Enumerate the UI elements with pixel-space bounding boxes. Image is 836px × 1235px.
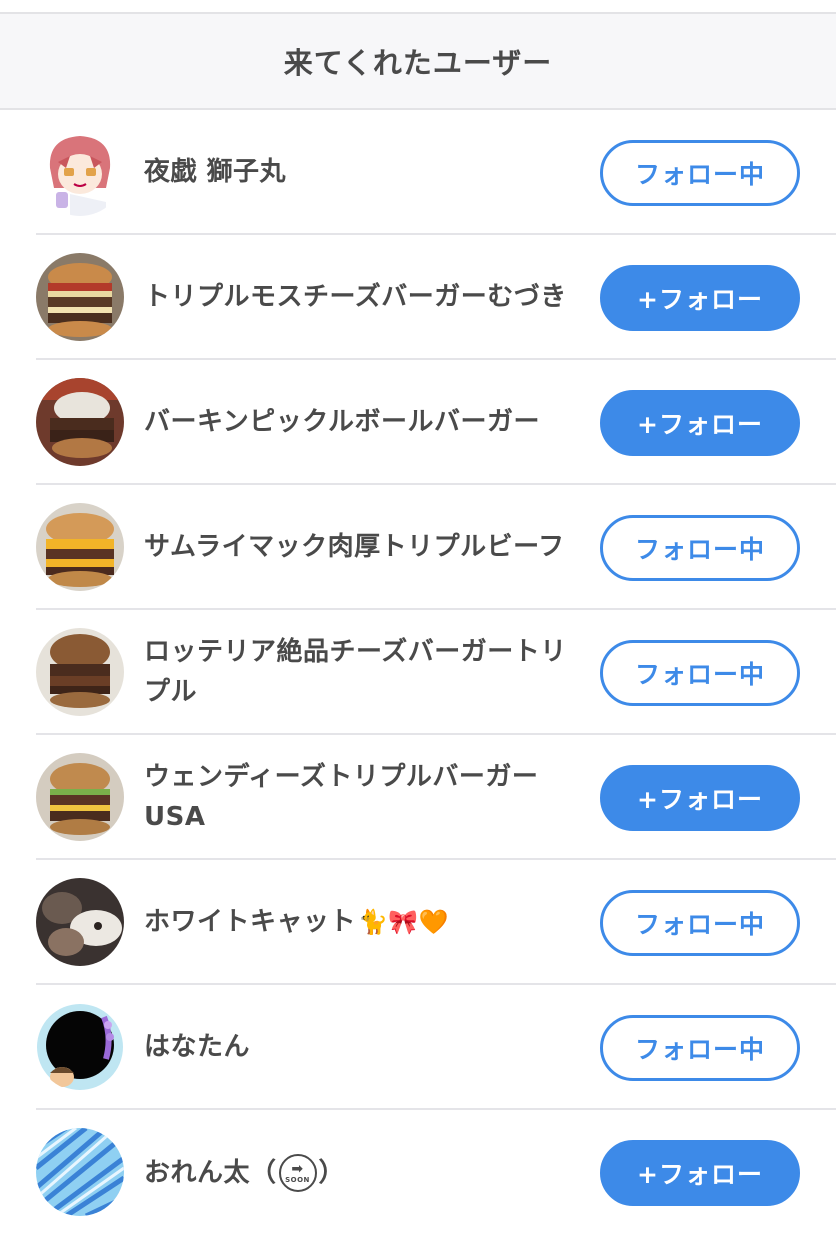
user-row[interactable]: はなたん フォロー中 <box>36 985 836 1110</box>
user-row[interactable]: トリプルモスチーズバーガーむづき +フォロー <box>36 235 836 360</box>
user-row[interactable]: ロッテリア絶品チーズバーガートリプル フォロー中 <box>36 610 836 735</box>
anime-girl-avatar-icon[interactable] <box>36 128 124 216</box>
user-name[interactable]: おれん太（ ➡ SOON） <box>144 1110 584 1235</box>
page-header: 来てくれたユーザー <box>0 14 836 110</box>
burger-avatar-icon[interactable] <box>36 753 124 841</box>
user-name[interactable]: ロッテリア絶品チーズバーガートリプル <box>144 610 584 733</box>
follow-button[interactable]: +フォロー <box>600 390 800 456</box>
user-name[interactable]: トリプルモスチーズバーガーむづき <box>144 235 584 358</box>
visitor-list: 夜戯 獅子丸 フォロー中 トリプルモスチーズバーガーむづき +フォロー バーキン… <box>0 110 836 1235</box>
follow-button[interactable]: +フォロー <box>600 1140 800 1206</box>
burger-avatar-icon[interactable] <box>36 503 124 591</box>
user-row[interactable]: バーキンピックルボールバーガー +フォロー <box>36 360 836 485</box>
user-name[interactable]: ホワイトキャット🐈🎀🧡 <box>144 860 584 983</box>
burger-avatar-icon[interactable] <box>36 253 124 341</box>
user-name[interactable]: ウェンディーズトリプルバーガーUSA <box>144 735 584 858</box>
following-button[interactable]: フォロー中 <box>600 1015 800 1081</box>
top-border <box>0 0 836 14</box>
cat-photo-avatar-icon[interactable] <box>36 878 124 966</box>
soon-arrow-icon: ➡ SOON <box>278 1154 317 1192</box>
user-row[interactable]: ウェンディーズトリプルバーガーUSA +フォロー <box>36 735 836 860</box>
flower-frame-avatar-icon[interactable] <box>36 1003 124 1091</box>
user-row[interactable]: おれん太（ ➡ SOON） +フォロー <box>36 1110 836 1235</box>
burger-avatar-icon[interactable] <box>36 378 124 466</box>
following-button[interactable]: フォロー中 <box>600 640 800 706</box>
burger-avatar-icon[interactable] <box>36 628 124 716</box>
blue-pattern-avatar-icon[interactable] <box>36 1128 124 1216</box>
follow-button[interactable]: +フォロー <box>600 765 800 831</box>
user-row[interactable]: ホワイトキャット🐈🎀🧡 フォロー中 <box>36 860 836 985</box>
user-row[interactable]: 夜戯 獅子丸 フォロー中 <box>36 110 836 235</box>
follow-button[interactable]: +フォロー <box>600 265 800 331</box>
user-row[interactable]: サムライマック肉厚トリプルビーフ フォロー中 <box>36 485 836 610</box>
following-button[interactable]: フォロー中 <box>600 140 800 206</box>
following-button[interactable]: フォロー中 <box>600 515 800 581</box>
user-name[interactable]: 夜戯 獅子丸 <box>144 110 584 233</box>
user-name[interactable]: バーキンピックルボールバーガー <box>144 360 584 483</box>
user-name[interactable]: はなたん <box>144 985 584 1108</box>
cat-ribbon-heart-emoji: 🐈🎀🧡 <box>358 907 450 936</box>
page-title: 来てくれたユーザー <box>283 46 553 80</box>
following-button[interactable]: フォロー中 <box>600 890 800 956</box>
user-name[interactable]: サムライマック肉厚トリプルビーフ <box>144 485 584 608</box>
